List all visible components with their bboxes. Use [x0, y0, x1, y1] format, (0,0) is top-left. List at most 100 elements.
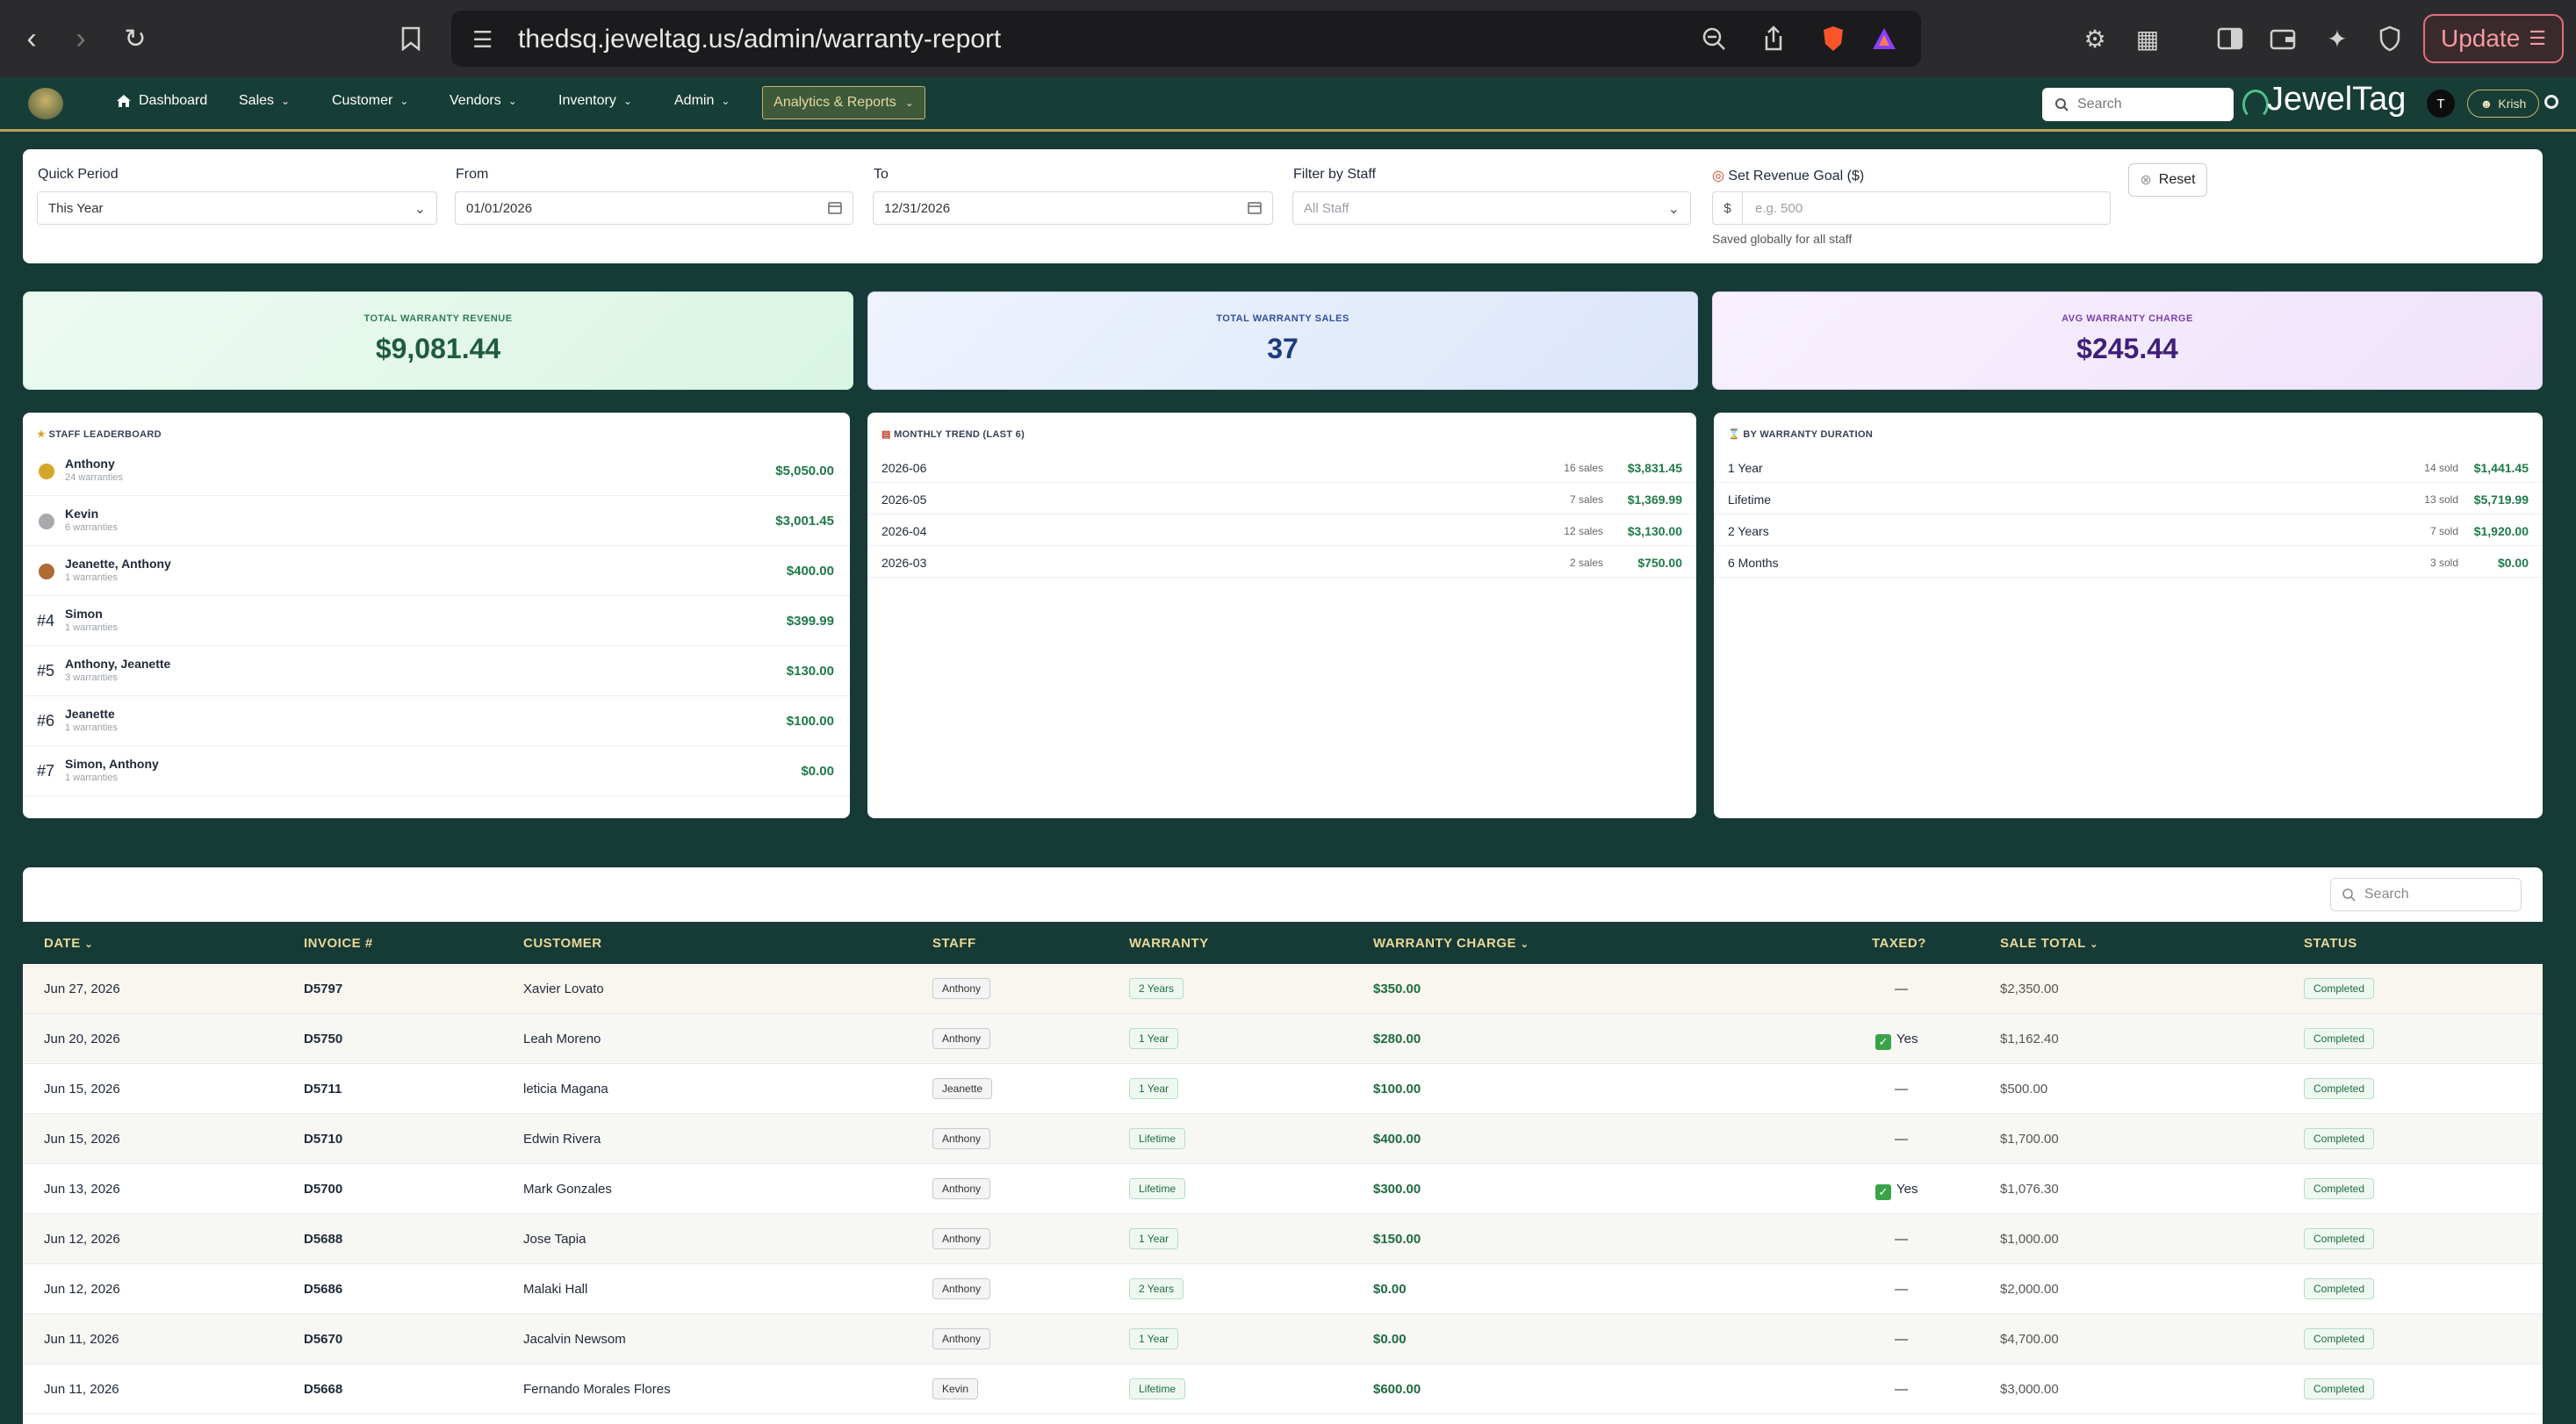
- trend-row: 2026-03 2 sales $750.00: [867, 546, 1696, 578]
- user-menu[interactable]: ☻ Krish: [2467, 90, 2539, 118]
- revenue-goal-hint: Saved globally for all staff: [1712, 232, 1853, 246]
- table-row[interactable]: Jun 12, 2026 D5686 Malaki Hall Anthony 2 Yea…: [23, 1264, 2543, 1314]
- store-logo[interactable]: [28, 88, 63, 119]
- extensions-icon[interactable]: ⚙: [2076, 19, 2114, 58]
- cell-invoice[interactable]: D5710: [304, 1132, 342, 1147]
- table-row[interactable]: Jun 13, 2026 D5700 Mark Gonzales Anthony Lif…: [23, 1164, 2543, 1214]
- quick-period-select[interactable]: This Year ⌄: [37, 191, 437, 225]
- cell-invoice[interactable]: D5797: [304, 982, 342, 996]
- warranty-badge: Lifetime: [1129, 1128, 1186, 1149]
- cell-invoice[interactable]: D5688: [304, 1232, 342, 1247]
- duration-title-text: BY WARRANTY DURATION: [1743, 429, 1874, 440]
- from-date-input[interactable]: 01/01/2026: [455, 191, 853, 225]
- th-date-label: DATE: [44, 936, 81, 951]
- staff-badge: Anthony: [932, 978, 991, 999]
- revenue-goal-placeholder: e.g. 500: [1755, 200, 1803, 216]
- vpn-shield-icon[interactable]: [2371, 19, 2409, 58]
- th-status[interactable]: STATUS: [2304, 936, 2357, 951]
- th-charge[interactable]: WARRANTY CHARGE ⌄: [1373, 936, 1529, 951]
- site-settings-icon[interactable]: ☰: [472, 26, 493, 54]
- warranty-duration-panel: ⌛ BY WARRANTY DURATION 1 Year 14 sold $1,4…: [1714, 413, 2543, 818]
- nav-sales[interactable]: Sales ⌄: [239, 93, 290, 109]
- nav-analytics-reports[interactable]: Analytics & Reports ⌄: [762, 86, 925, 119]
- table-row[interactable]: Jun 11, 2026 D5668 Fernando Morales Flores…: [23, 1364, 2543, 1414]
- calendar-icon[interactable]: [1248, 200, 1262, 219]
- cell-invoice[interactable]: D5711: [304, 1082, 342, 1097]
- app-header: Dashboard Sales ⌄ Customer ⌄ Vendors ⌄ I…: [0, 77, 2576, 132]
- nav-admin[interactable]: Admin ⌄: [674, 93, 730, 109]
- trend-label: 2026-06: [881, 461, 927, 475]
- leaderboard-rank: #6: [37, 712, 55, 730]
- reader-icon[interactable]: ▦: [2128, 19, 2167, 58]
- revenue-goal-input[interactable]: $ e.g. 500: [1712, 191, 2111, 225]
- cell-taxed: —: [1895, 1082, 1908, 1097]
- table-row[interactable]: Jun 15, 2026 D5711 leticia Magana Jeanette 1…: [23, 1064, 2543, 1114]
- filter-staff-label: Filter by Staff: [1293, 167, 1376, 182]
- to-date-input[interactable]: 12/31/2026: [873, 191, 1273, 225]
- table-row[interactable]: Jun 12, 2026 D5688 Jose Tapia Anthony 1 Year…: [23, 1214, 2543, 1264]
- cell-total: $500.00: [2000, 1082, 2048, 1097]
- leaderboard-row[interactable]: Kevin 6 warranties $3,001.45: [23, 496, 850, 546]
- trend-label: 2026-05: [881, 493, 927, 507]
- forward-icon[interactable]: ›: [61, 19, 100, 58]
- table-row[interactable]: Jun 27, 2026 D5797 Xavier Lovato Anthony 2 Y…: [23, 964, 2543, 1014]
- leaderboard-count: 6 warranties: [65, 522, 118, 533]
- leaderboard-name: Anthony, Jeanette: [65, 657, 171, 671]
- update-button[interactable]: Update ☰: [2423, 14, 2564, 63]
- th-invoice[interactable]: INVOICE #: [304, 936, 373, 951]
- leaderboard-row[interactable]: Anthony 24 warranties $5,050.00: [23, 446, 850, 496]
- staff-select[interactable]: All Staff ⌄: [1292, 191, 1691, 225]
- cell-charge: $0.00: [1373, 1282, 1407, 1297]
- cell-taxed: —: [1895, 1132, 1908, 1147]
- th-customer[interactable]: CUSTOMER: [523, 936, 602, 951]
- nav-customer[interactable]: Customer ⌄: [332, 93, 408, 109]
- rewards-icon[interactable]: [1865, 19, 1903, 58]
- avatar[interactable]: T: [2427, 90, 2455, 118]
- leaderboard-row[interactable]: #7 Simon, Anthony 1 warranties $0.00: [23, 746, 850, 796]
- table-row[interactable]: Jun 15, 2026 D5710 Edwin Rivera Anthony Life…: [23, 1114, 2543, 1164]
- table-search-input[interactable]: Search: [2330, 878, 2522, 911]
- th-taxed[interactable]: TAXED?: [1872, 936, 1926, 951]
- cell-invoice[interactable]: D5686: [304, 1282, 342, 1297]
- leaderboard-rank: #5: [37, 662, 55, 680]
- th-total[interactable]: SALE TOTAL ⌄: [2000, 936, 2098, 951]
- cell-invoice[interactable]: D5750: [304, 1032, 342, 1046]
- wallet-icon[interactable]: [2263, 19, 2302, 58]
- cell-customer: Edwin Rivera: [523, 1132, 601, 1147]
- duration-label: 1 Year: [1728, 461, 1763, 475]
- leo-ai-icon[interactable]: ✦: [2318, 19, 2357, 58]
- reset-button[interactable]: ⊗ Reset: [2128, 163, 2207, 197]
- duration-amount: $1,920.00: [2473, 524, 2529, 538]
- table-row[interactable]: Jun 20, 2026 D5750 Leah Moreno Anthony 1 Yea…: [23, 1014, 2543, 1064]
- th-staff[interactable]: STAFF: [932, 936, 976, 951]
- leaderboard-row[interactable]: #4 Simon 1 warranties $399.99: [23, 596, 850, 646]
- share-icon[interactable]: [1754, 19, 1793, 58]
- th-warranty[interactable]: WARRANTY: [1129, 936, 1209, 951]
- check-icon: ✓: [1875, 1184, 1891, 1200]
- sidebar-icon[interactable]: [2211, 19, 2249, 58]
- table-row[interactable]: Jun 11, 2026 D5670 Jacalvin Newsom Anthony 1…: [23, 1314, 2543, 1364]
- leaderboard-row[interactable]: #6 Jeanette 1 warranties $100.00: [23, 696, 850, 746]
- cell-invoice[interactable]: D5670: [304, 1332, 342, 1347]
- nav-dashboard[interactable]: Dashboard: [116, 93, 207, 109]
- calendar-icon[interactable]: [828, 200, 842, 219]
- cell-total: $1,700.00: [2000, 1132, 2059, 1147]
- reload-icon[interactable]: ↻: [116, 19, 155, 58]
- cell-customer: leticia Magana: [523, 1082, 608, 1097]
- cell-invoice[interactable]: D5700: [304, 1182, 342, 1197]
- th-date[interactable]: DATE ⌄: [44, 936, 93, 951]
- address-bar[interactable]: ☰ thedsq.jeweltag.us/admin/warranty-repo…: [451, 11, 1921, 67]
- leaderboard-row[interactable]: #5 Anthony, Jeanette 3 warranties $130.00: [23, 646, 850, 696]
- status-icon[interactable]: [2544, 95, 2558, 109]
- zoom-out-icon[interactable]: [1695, 19, 1733, 58]
- back-icon[interactable]: ‹: [12, 19, 51, 58]
- nav-inventory[interactable]: Inventory ⌄: [558, 93, 632, 109]
- bookmark-icon[interactable]: [392, 19, 430, 58]
- brand-name[interactable]: JewelTag: [2267, 81, 2406, 119]
- brave-shield-icon[interactable]: [1814, 19, 1853, 58]
- nav-vendors[interactable]: Vendors ⌄: [450, 93, 517, 109]
- header-search-input[interactable]: Search: [2042, 88, 2234, 121]
- cell-invoice[interactable]: D5668: [304, 1382, 342, 1397]
- leaderboard-row[interactable]: Jeanette, Anthony 1 warranties $400.00: [23, 546, 850, 596]
- chevron-down-icon: ⌄: [622, 95, 632, 107]
